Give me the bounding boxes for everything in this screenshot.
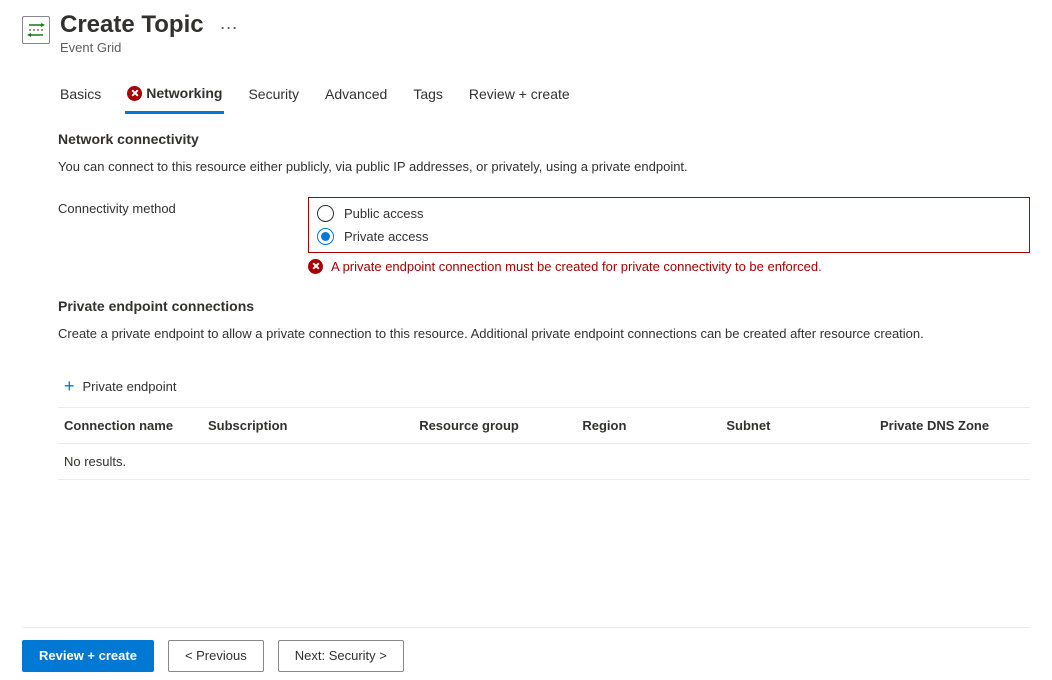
private-endpoint-desc: Create a private endpoint to allow a pri… [58,324,1030,344]
connectivity-error-message: A private endpoint connection must be cr… [308,259,1030,274]
private-access-label: Private access [344,229,429,244]
wizard-tabs: Basics Networking Security Advanced Tags… [58,79,1030,113]
connectivity-method-group: Public access Private access [308,197,1030,253]
tab-review[interactable]: Review + create [467,79,572,113]
private-access-radio[interactable]: Private access [313,225,1025,248]
col-connection-name[interactable]: Connection name [64,418,208,433]
page-header: Create Topic Event Grid ⋯ [22,12,1030,55]
col-subnet[interactable]: Subnet [726,418,880,433]
tab-tags[interactable]: Tags [411,79,445,113]
col-resource-group[interactable]: Resource group [419,418,582,433]
tab-security[interactable]: Security [246,79,301,113]
network-connectivity-title: Network connectivity [58,131,1030,147]
radio-icon [317,228,334,245]
table-header-row: Connection name Subscription Resource gr… [58,408,1030,444]
col-region[interactable]: Region [582,418,726,433]
tab-basics[interactable]: Basics [58,79,103,113]
review-create-button[interactable]: Review + create [22,640,154,672]
error-icon [308,259,323,274]
connectivity-method-label: Connectivity method [58,197,308,216]
add-private-endpoint-button[interactable]: + Private endpoint [64,371,176,401]
tab-networking-label: Networking [146,85,222,101]
add-private-endpoint-label: Private endpoint [83,379,177,394]
public-access-label: Public access [344,206,423,221]
col-subscription[interactable]: Subscription [208,418,419,433]
previous-button[interactable]: < Previous [168,640,264,672]
col-private-dns-zone[interactable]: Private DNS Zone [880,418,1024,433]
error-icon [127,86,142,101]
wizard-footer: Review + create < Previous Next: Securit… [22,627,1030,672]
event-grid-icon [22,16,50,44]
plus-icon: + [64,377,75,395]
page-subtitle: Event Grid [60,40,204,55]
private-endpoint-table: Connection name Subscription Resource gr… [58,407,1030,480]
public-access-radio[interactable]: Public access [313,202,1025,225]
radio-icon [317,205,334,222]
next-button[interactable]: Next: Security > [278,640,404,672]
private-endpoint-title: Private endpoint connections [58,298,1030,314]
network-connectivity-desc: You can connect to this resource either … [58,157,1030,177]
error-message-text: A private endpoint connection must be cr… [331,259,822,274]
page-title: Create Topic [60,12,204,38]
table-empty-row: No results. [58,444,1030,479]
more-menu[interactable]: ⋯ [220,18,239,39]
tab-networking[interactable]: Networking [125,79,224,114]
tab-advanced[interactable]: Advanced [323,79,389,113]
